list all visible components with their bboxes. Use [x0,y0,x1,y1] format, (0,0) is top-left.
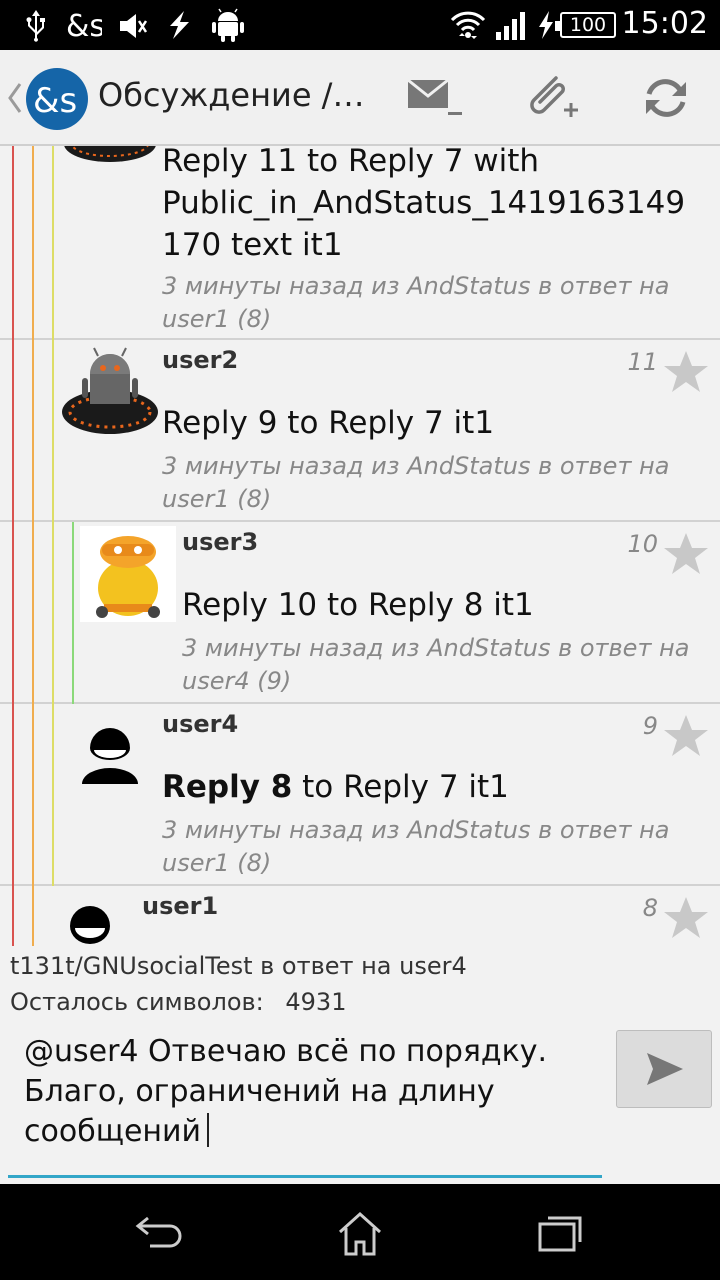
avatar[interactable] [68,906,112,946]
svg-text:&s: &s [33,81,77,121]
thread-depth-line [52,146,54,886]
wifi-icon [450,11,486,39]
message-body: Reply 9 to Reply 7 it1 [162,405,495,441]
battery-level: 100 [569,14,607,36]
star-icon[interactable] [662,894,710,942]
message-number: 11 [627,348,658,376]
list-item[interactable]: Reply 11 to Reply 7 with Public_in_AndSt… [0,146,720,340]
back-chevron-icon[interactable] [4,80,24,116]
recent-apps-icon[interactable] [536,1210,584,1254]
conversation-list[interactable]: Reply 11 to Reply 7 with Public_in_AndSt… [0,146,720,946]
star-icon[interactable] [662,712,710,760]
list-item[interactable]: user2 11 Reply 9 to Reply 7 it1 3 минуты… [0,340,720,522]
message-input-text: @user4 Отвечаю всё по порядку. Благо, ог… [24,1034,548,1149]
star-icon[interactable] [662,530,710,578]
message-meta: 3 минуты назад из AndStatus в ответ на u… [162,816,670,877]
thread-depth-line [72,522,74,704]
chars-left-value: 4931 [285,988,347,1016]
message-number: 9 [642,712,658,740]
list-item[interactable]: user3 10 Reply 10 to Reply 8 it1 3 минут… [0,522,720,704]
thread-depth-line [32,146,34,946]
usb-icon [26,10,45,42]
avatar[interactable] [80,526,176,622]
refresh-icon[interactable] [636,70,696,126]
battery-icon: 100 [555,12,616,38]
mail-remove-icon[interactable] [404,70,464,126]
message-number: 10 [627,530,658,558]
app-logo-icon[interactable]: &s [26,68,88,130]
message-body-rest: to Reply 7 it1 [292,769,509,805]
chars-left-label: Осталось символов: [10,988,264,1016]
page-title: Обсуждение /… [98,76,365,114]
charging-icon [539,11,553,39]
author-name[interactable]: user1 [142,892,218,920]
star-icon[interactable] [662,348,710,396]
reply-info: t131t/GNUsocialTest в ответ на user4 [10,952,467,980]
andstatus-notification-icon: &s [66,9,102,42]
android-icon [212,8,244,42]
message-body: Reply 10 to Reply 8 it1 [182,587,534,623]
message-number: 8 [642,894,658,922]
attach-icon[interactable] [522,70,582,126]
flash-icon [170,11,189,39]
clock: 15:02 [621,6,708,41]
message-meta: 3 минуты назад из AndStatus в ответ на u… [162,272,670,333]
message-meta: 3 минуты назад из AndStatus в ответ на u… [182,634,690,695]
compose-panel: t131t/GNUsocialTest в ответ на user4 Ост… [0,946,720,1184]
status-bar: &s 100 15:02 [0,0,720,50]
message-input[interactable]: @user4 Отвечаю всё по порядку. Благо, ог… [8,1030,602,1178]
back-icon[interactable] [134,1210,186,1254]
send-icon [647,1053,683,1085]
author-name[interactable]: user4 [162,710,238,738]
chars-left: Осталось символов: 4931 [10,988,346,1016]
message-body-highlight: Reply 8 [162,769,293,805]
text-caret [207,1113,210,1147]
home-icon[interactable] [336,1210,384,1258]
message-meta: 3 минуты назад из AndStatus в ответ на u… [162,452,670,513]
avatar[interactable] [76,718,144,786]
send-button[interactable] [616,1030,712,1108]
list-item[interactable]: user1 8 [0,886,720,946]
list-item[interactable]: user4 9 Reply 8 to Reply 7 it1 3 минуты … [0,704,720,886]
author-name[interactable]: user2 [162,346,238,374]
navigation-bar [0,1184,720,1280]
signal-icon [496,12,525,40]
avatar[interactable] [62,146,158,168]
message-body: Reply 8 to Reply 7 it1 [162,766,702,808]
thread-depth-line [12,146,14,946]
mute-icon [120,14,148,38]
action-bar: &s Обсуждение /… [0,50,720,146]
author-name[interactable]: user3 [182,528,258,556]
message-body: Reply 11 to Reply 7 with Public_in_AndSt… [162,146,686,263]
svg-text:&s: &s [66,9,102,42]
avatar[interactable] [60,346,160,438]
